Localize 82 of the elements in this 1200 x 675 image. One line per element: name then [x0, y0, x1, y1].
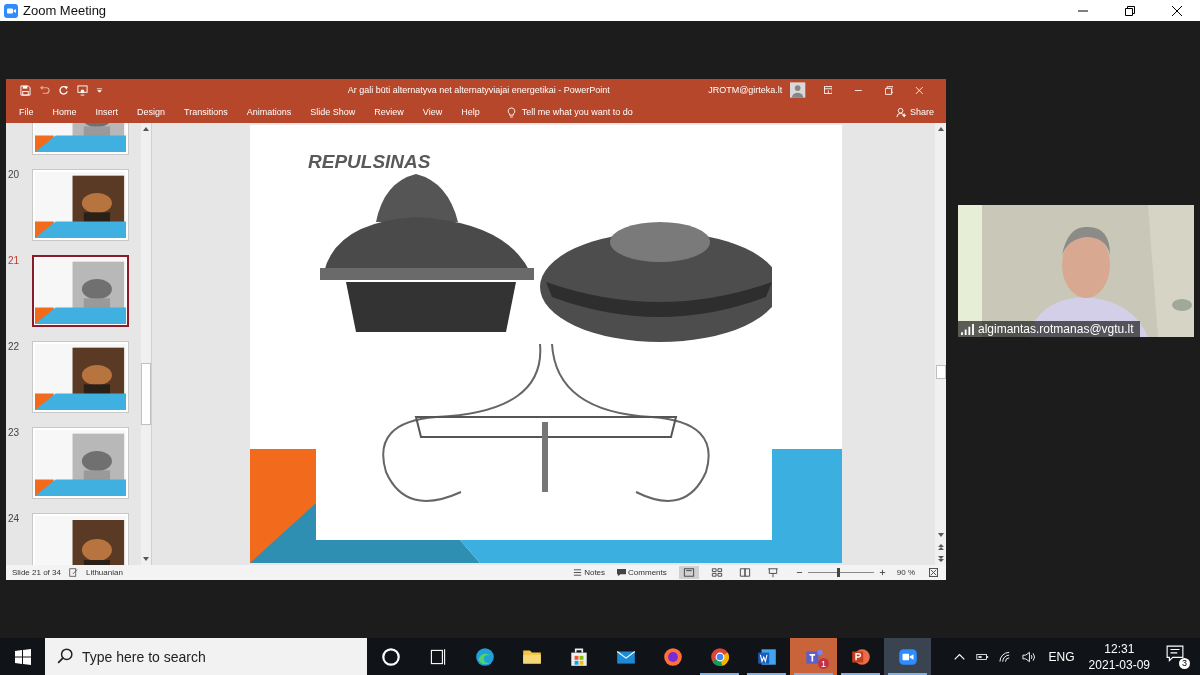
fit-to-window-icon[interactable]	[929, 568, 938, 577]
slide-number: 24	[7, 513, 21, 524]
notes-icon	[573, 568, 583, 577]
slide-number: 22	[7, 341, 21, 352]
menu-tab[interactable]: Design	[137, 107, 166, 117]
ribbon-display-icon[interactable]	[823, 85, 833, 95]
clock-time: 12:31	[1104, 640, 1135, 657]
taskbar-app[interactable]: 1	[790, 638, 837, 675]
menu-tab[interactable]: View	[422, 107, 443, 117]
speaker-icon[interactable]	[1021, 650, 1035, 663]
zoom-level[interactable]: 90 %	[896, 568, 915, 577]
comment-icon	[617, 568, 627, 577]
running-indicator	[747, 673, 786, 675]
zoom-out-icon[interactable]	[795, 569, 803, 576]
tell-me-field[interactable]: Tell me what you want to do	[521, 107, 894, 117]
browser-icon	[708, 645, 731, 668]
slide-number: 21	[7, 255, 21, 266]
browser-icon	[473, 645, 496, 668]
undo-icon[interactable]	[39, 84, 50, 96]
menu-tab[interactable]: Animations	[246, 107, 292, 117]
redo-icon[interactable]	[58, 84, 69, 96]
comments-button[interactable]: Comments	[617, 568, 679, 577]
zoom-logo-icon	[4, 3, 18, 18]
scroll-thumb[interactable]	[935, 365, 946, 379]
scroll-up-icon[interactable]	[936, 125, 945, 133]
scroll-down-icon[interactable]	[936, 531, 945, 539]
slide-number: 20	[7, 169, 21, 180]
running-indicator	[841, 673, 880, 675]
presentation-icon[interactable]	[77, 84, 88, 96]
menu-tab[interactable]: Transitions	[184, 107, 228, 117]
normal-view-icon[interactable]	[678, 566, 699, 579]
close-icon[interactable]	[1172, 5, 1182, 16]
zoom-in-icon[interactable]	[878, 569, 886, 576]
notification-badge: 1	[818, 658, 829, 669]
spelling-icon[interactable]	[68, 568, 78, 577]
scrollbar[interactable]	[935, 123, 946, 565]
slide-number: 23	[7, 427, 21, 438]
search-field[interactable]: Type here to search	[45, 638, 367, 675]
menu-tab[interactable]: Review	[374, 107, 404, 117]
notes-button[interactable]: Notes	[573, 568, 618, 577]
scroll-thumb[interactable]	[141, 363, 151, 425]
cortana-icon	[379, 645, 402, 668]
menu-tab[interactable]: Help	[461, 107, 480, 117]
input-language[interactable]: ENG	[1048, 649, 1075, 664]
account-name[interactable]: JROTM@girteka.lt	[708, 85, 783, 95]
person-icon	[895, 106, 907, 118]
scroll-down-icon[interactable]	[142, 555, 150, 563]
running-indicator	[700, 673, 739, 675]
clock[interactable]: 12:31 2021-03-09	[1088, 640, 1150, 673]
participant-name: algimantas.rotmanas@vgtu.lt	[978, 322, 1134, 336]
scroll-up-icon[interactable]	[142, 125, 150, 133]
next-slide-icon[interactable]	[936, 555, 945, 563]
taskbar-app[interactable]	[884, 638, 931, 675]
browser-icon	[661, 645, 684, 668]
wifi-icon[interactable]	[998, 650, 1012, 663]
running-indicator	[888, 673, 927, 675]
slider-thumb[interactable]	[837, 568, 841, 577]
notification-count: 3	[1179, 657, 1190, 669]
menu-tab[interactable]: Home	[52, 107, 77, 117]
scrollbar[interactable]	[141, 123, 152, 565]
document-title: Ar gali būti alternatyva net alternatyviajai energetikai - PowerPoint	[346, 85, 611, 95]
clock-date: 2021-03-09	[1088, 656, 1150, 673]
save-icon[interactable]	[20, 84, 31, 96]
slide-title: REPULSINAS	[308, 151, 431, 173]
language-label[interactable]: Lithuanian	[85, 568, 123, 577]
signal-icon	[961, 323, 974, 335]
slide-counter: Slide 21 of 34	[12, 568, 61, 577]
menu-tab[interactable]: Insert	[95, 107, 119, 117]
lightbulb-icon[interactable]	[506, 106, 516, 118]
window-title: Zoom Meeting	[23, 3, 108, 18]
menu-tab[interactable]: Slide Show	[310, 107, 356, 117]
menu-tab[interactable]: File	[19, 107, 34, 117]
caret-icon[interactable]	[96, 86, 103, 94]
search-icon	[57, 648, 73, 664]
chat-bubble-icon	[1166, 644, 1184, 663]
running-indicator	[794, 673, 833, 675]
notification-center[interactable]: 3	[1166, 644, 1190, 669]
windows-start-icon[interactable]	[15, 648, 31, 665]
restore-icon[interactable]	[1125, 5, 1135, 16]
avatar-icon[interactable]	[790, 82, 806, 98]
share-button[interactable]: Share	[893, 104, 936, 120]
previous-slide-icon[interactable]	[936, 543, 945, 551]
